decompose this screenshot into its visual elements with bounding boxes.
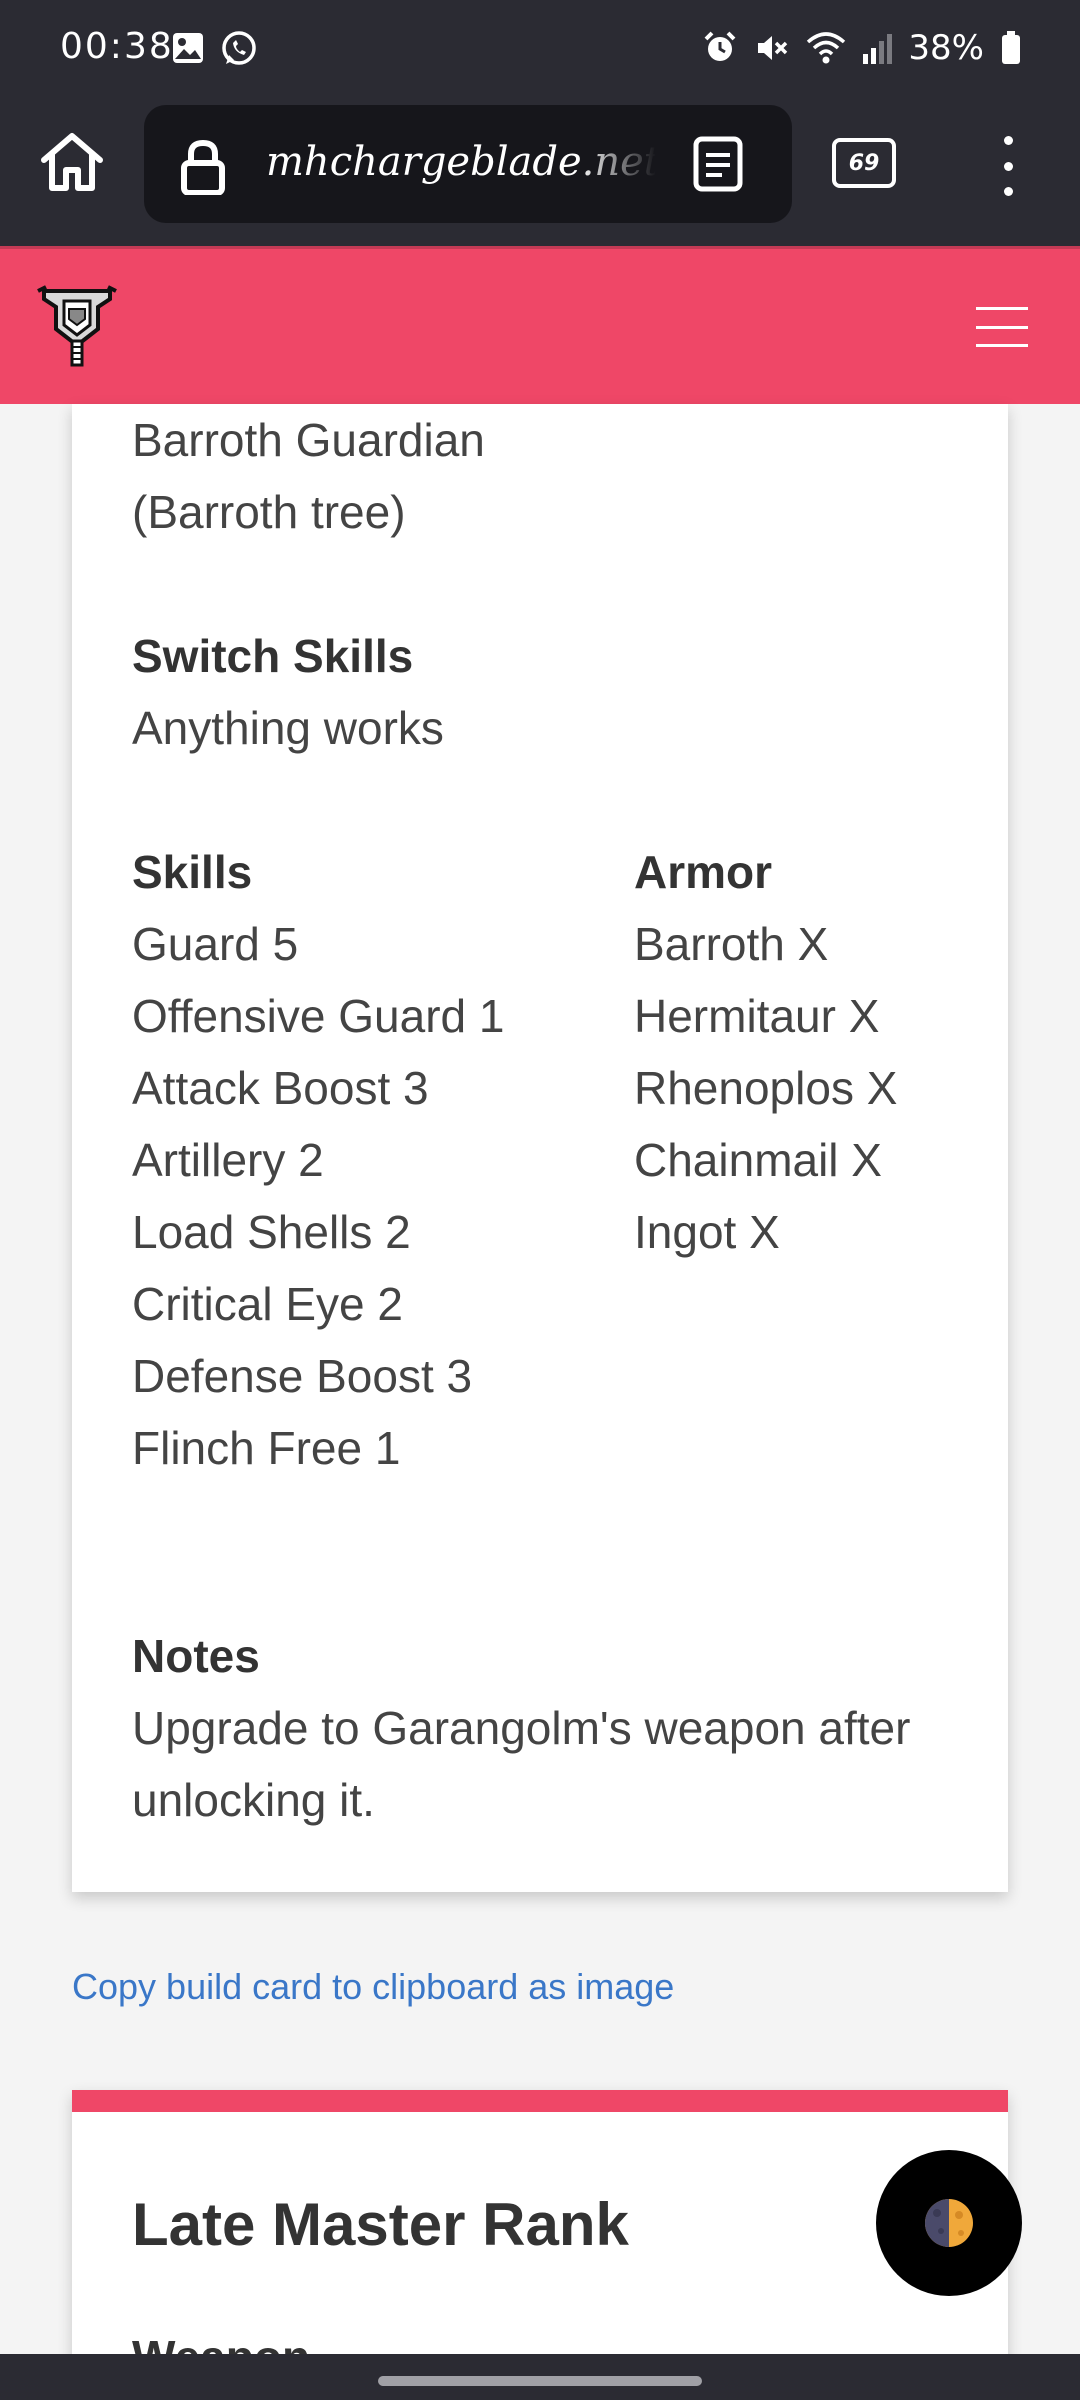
card-title: Late Master Rank bbox=[132, 2191, 629, 2258]
home-icon bbox=[41, 133, 103, 191]
whatsapp-icon bbox=[222, 31, 256, 65]
notes-heading: Notes bbox=[132, 1630, 260, 1682]
hamburger-line-icon bbox=[976, 307, 1028, 310]
notes-section: Notes Upgrade to Garangolm's weapon afte… bbox=[132, 1620, 910, 1836]
theme-toggle-button[interactable] bbox=[876, 2150, 1022, 2296]
moon-icon bbox=[925, 2199, 973, 2247]
skill-item: Load Shells 2 bbox=[132, 1206, 411, 1258]
hamburger-line-icon bbox=[976, 325, 1028, 329]
armor-item: Hermitaur X bbox=[634, 990, 880, 1042]
skill-item: Defense Boost 3 bbox=[132, 1350, 473, 1402]
home-button[interactable] bbox=[36, 126, 108, 198]
menu-dot-icon bbox=[1003, 187, 1013, 196]
skill-item: Attack Boost 3 bbox=[132, 1062, 429, 1114]
notes-line: unlocking it. bbox=[132, 1774, 375, 1826]
lock-icon bbox=[181, 139, 225, 195]
wifi-icon bbox=[807, 32, 846, 64]
status-time: 00:38 bbox=[60, 26, 174, 67]
armor-item: Ingot X bbox=[634, 1206, 780, 1258]
system-nav-bar bbox=[0, 2354, 1080, 2400]
site-header bbox=[0, 246, 1080, 404]
address-bar[interactable]: mhchargeblade.net bbox=[144, 105, 792, 223]
build-card: Barroth Guardian (Barroth tree) Switch S… bbox=[72, 404, 1008, 1892]
skill-item: Critical Eye 2 bbox=[132, 1278, 403, 1330]
switch-skills-value: Anything works bbox=[132, 702, 444, 754]
armor-heading: Armor bbox=[634, 846, 773, 898]
skill-item: Flinch Free 1 bbox=[132, 1422, 401, 1474]
alarm-icon bbox=[705, 31, 736, 61]
gallery-icon bbox=[173, 33, 203, 63]
url-text[interactable]: mhchargeblade.net bbox=[266, 139, 656, 185]
weapon-name: Barroth Guardian (Barroth tree) bbox=[132, 404, 485, 548]
battery-icon bbox=[1002, 31, 1020, 64]
signal-icon bbox=[863, 34, 893, 64]
battery-percent: 38% bbox=[908, 28, 984, 68]
browser-toolbar: mhchargeblade.net 69 bbox=[0, 100, 1080, 246]
skills-heading: Skills bbox=[132, 846, 253, 898]
skills-column: Skills Guard 5 Offensive Guard 1 Attack … bbox=[132, 836, 504, 1484]
status-bar: 00:38 38% bbox=[0, 0, 1080, 100]
hamburger-menu-button[interactable] bbox=[976, 307, 1028, 347]
reader-mode-button[interactable] bbox=[692, 135, 744, 198]
overflow-menu-button[interactable] bbox=[1000, 136, 1016, 196]
weapon-line: (Barroth tree) bbox=[132, 486, 406, 538]
notes-line: Upgrade to Garangolm's weapon after bbox=[132, 1702, 911, 1754]
switch-skills-heading: Switch Skills bbox=[132, 630, 414, 682]
armor-item: Chainmail X bbox=[634, 1134, 882, 1186]
mute-icon bbox=[758, 36, 788, 60]
hamburger-line-icon bbox=[976, 344, 1028, 347]
copy-build-card-link[interactable]: Copy build card to clipboard as image bbox=[72, 1966, 674, 2008]
weapon-line: Barroth Guardian bbox=[132, 414, 485, 466]
skill-item: Guard 5 bbox=[132, 918, 299, 970]
menu-dot-icon bbox=[1003, 136, 1013, 145]
skill-item: Artillery 2 bbox=[132, 1134, 324, 1186]
armor-column: Armor Barroth X Hermitaur X Rhenoplos X … bbox=[634, 836, 897, 1268]
armor-item: Rhenoplos X bbox=[634, 1062, 898, 1114]
skill-item: Offensive Guard 1 bbox=[132, 990, 505, 1042]
switch-skills-section: Switch Skills Anything works bbox=[132, 620, 444, 764]
tab-switcher-button[interactable]: 69 bbox=[832, 138, 896, 188]
gesture-handle[interactable] bbox=[378, 2376, 702, 2386]
armor-item: Barroth X bbox=[634, 918, 829, 970]
menu-dot-icon bbox=[1003, 161, 1013, 171]
reader-mode-icon bbox=[693, 136, 743, 192]
charge-blade-logo[interactable] bbox=[36, 285, 118, 371]
